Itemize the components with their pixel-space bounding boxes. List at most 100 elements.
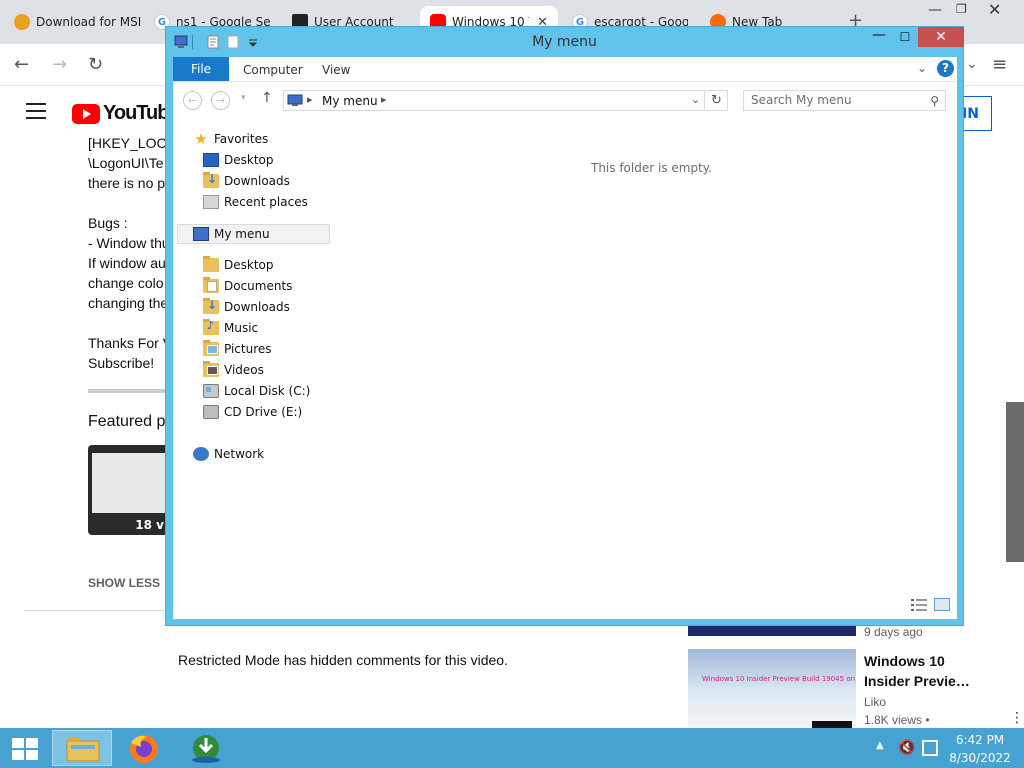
help-icon[interactable]: ?	[937, 60, 954, 77]
related-video-channel[interactable]: Liko	[864, 695, 886, 709]
nav-fav-recent[interactable]: Recent places	[203, 192, 308, 212]
browser-close-icon[interactable]: ✕	[988, 0, 1001, 19]
address-bar[interactable]: ▸ My menu ▸ ⌄	[283, 90, 705, 111]
minimize-icon[interactable]: —	[866, 27, 892, 47]
taskbar-download-manager[interactable]	[176, 730, 236, 766]
empty-folder-message: This folder is empty.	[591, 161, 712, 175]
file-explorer-icon	[66, 738, 100, 762]
description-line: changing the	[88, 295, 169, 311]
forward-icon[interactable]: →	[52, 54, 67, 75]
explorer-body: ← → ▾ ↑ ▸ My menu ▸ ⌄ ↻ Search My menu ⚲…	[173, 81, 957, 619]
nav-label: Pictures	[224, 342, 272, 356]
up-folder-icon[interactable]: ↑	[261, 90, 273, 106]
download-manager-icon	[192, 735, 220, 763]
nav-fav-desktop[interactable]: Desktop	[203, 150, 274, 170]
nav-pictures[interactable]: Pictures	[203, 339, 272, 359]
ribbon-tabs: File Computer View ⌄ ?	[173, 57, 957, 81]
more-options-icon[interactable]: ⋮	[1010, 710, 1024, 726]
hamburger-menu-icon[interactable]	[26, 103, 46, 124]
close-icon[interactable]: ✕	[918, 27, 964, 47]
recent-places-icon	[203, 195, 219, 209]
nav-fav-downloads[interactable]: Downloads	[203, 171, 290, 191]
nav-local-disk[interactable]: Local Disk (C:)	[203, 381, 310, 401]
show-less-button[interactable]: SHOW LESS	[88, 576, 160, 590]
nav-music[interactable]: Music	[203, 318, 258, 338]
nav-label: Music	[224, 321, 259, 335]
folder-icon	[203, 256, 219, 272]
forward-icon[interactable]: →	[211, 91, 230, 110]
expand-ribbon-icon[interactable]: ⌄	[917, 61, 927, 75]
back-icon[interactable]: ←	[183, 91, 202, 110]
related-video-views: 1.8K views •	[864, 713, 930, 727]
browser-restore-icon[interactable]: ❐	[956, 2, 967, 16]
network-tray-icon[interactable]	[922, 740, 938, 756]
recent-locations-icon[interactable]: ▾	[241, 93, 246, 103]
tab-file[interactable]: File	[173, 57, 229, 81]
description-line: change colo	[88, 275, 164, 291]
reload-icon[interactable]: ↻	[88, 54, 103, 75]
restricted-mode-notice: Restricted Mode has hidden comments for …	[178, 652, 508, 668]
nav-favorites[interactable]: ★ Favorites	[193, 129, 268, 149]
nav-documents[interactable]: Documents	[203, 276, 292, 296]
related-video-thumbnail[interactable]: Windows 10 Insider Preview Build 19045 o…	[688, 649, 856, 729]
video-count: 18 v	[135, 518, 164, 532]
computer-icon	[193, 227, 209, 241]
nav-label: Network	[214, 447, 265, 461]
details-view-icon[interactable]	[911, 599, 927, 611]
tab-computer[interactable]: Computer	[243, 57, 303, 81]
explorer-title-bar[interactable]: My menu — ☐ ✕	[166, 27, 964, 57]
thumbnail-image	[92, 453, 168, 513]
description-line: [HKEY_LOCA	[88, 135, 176, 151]
nav-label: Downloads	[224, 300, 290, 314]
window-title: My menu	[532, 34, 597, 50]
dropdown-icon[interactable]: ⌄	[966, 56, 978, 72]
volume-muted-icon[interactable]: 🔇	[898, 740, 915, 756]
pictures-folder-icon	[203, 340, 219, 356]
nav-label: Desktop	[224, 153, 274, 167]
nav-desktop[interactable]: Desktop	[203, 255, 274, 275]
maximize-icon[interactable]: ☐	[892, 27, 918, 47]
search-input[interactable]: Search My menu ⚲	[743, 90, 946, 111]
nav-downloads[interactable]: Downloads	[203, 297, 290, 317]
nav-label: Desktop	[224, 258, 274, 272]
nav-videos[interactable]: Videos	[203, 360, 264, 380]
description-line: there is no p	[88, 175, 166, 191]
videos-folder-icon	[203, 361, 219, 377]
taskbar-file-explorer[interactable]	[52, 730, 112, 766]
taskbar-firefox[interactable]	[114, 730, 174, 766]
taskbar	[0, 728, 1024, 768]
nav-label: CD Drive (E:)	[224, 405, 303, 419]
refresh-icon[interactable]: ↻	[706, 90, 728, 111]
page-scrollbar-thumb[interactable]	[1006, 402, 1024, 562]
clock-time[interactable]: 6:42 PM	[940, 733, 1020, 747]
downloads-folder-icon	[203, 172, 219, 188]
address-dropdown-icon[interactable]: ⌄	[691, 93, 700, 106]
featured-video-thumbnail[interactable]: 18 v	[88, 445, 168, 535]
breadcrumb-separator-icon[interactable]: ▸	[307, 93, 313, 106]
address-bar-area: ← → ▾ ↑ ▸ My menu ▸ ⌄ ↻ Search My menu ⚲	[173, 82, 957, 118]
large-icons-view-icon[interactable]	[934, 598, 950, 611]
description-line: Bugs :	[88, 215, 128, 231]
related-video-thumbnail[interactable]	[688, 626, 856, 636]
clock-date[interactable]: 8/30/2022	[940, 751, 1020, 765]
nav-my-menu[interactable]: My menu	[177, 224, 330, 244]
tab-view[interactable]: View	[322, 57, 350, 81]
browser-tab-msi[interactable]: Download for MSI	[4, 6, 154, 38]
related-video-title[interactable]: Windows 10 Insider Previe…	[864, 651, 974, 691]
show-hidden-icons-icon[interactable]: ▲	[876, 740, 884, 751]
back-icon[interactable]: ←	[14, 54, 29, 75]
breadcrumb[interactable]: My menu	[322, 94, 378, 108]
youtube-logo[interactable]: YouTube	[72, 102, 180, 125]
nav-cd-drive[interactable]: CD Drive (E:)	[203, 402, 302, 422]
cd-drive-icon	[203, 405, 219, 419]
description-line: - Window thu	[88, 235, 170, 251]
windows-logo-icon	[12, 738, 24, 748]
nav-label: Local Disk (C:)	[224, 384, 311, 398]
nav-network[interactable]: Network	[193, 444, 264, 464]
breadcrumb-separator-icon[interactable]: ▸	[381, 93, 387, 106]
documents-folder-icon	[203, 277, 219, 293]
nav-label: Documents	[224, 279, 293, 293]
browser-minimize-icon[interactable]: —	[928, 2, 942, 18]
start-button[interactable]	[12, 738, 38, 760]
menu-icon[interactable]: ≡	[992, 54, 1007, 75]
